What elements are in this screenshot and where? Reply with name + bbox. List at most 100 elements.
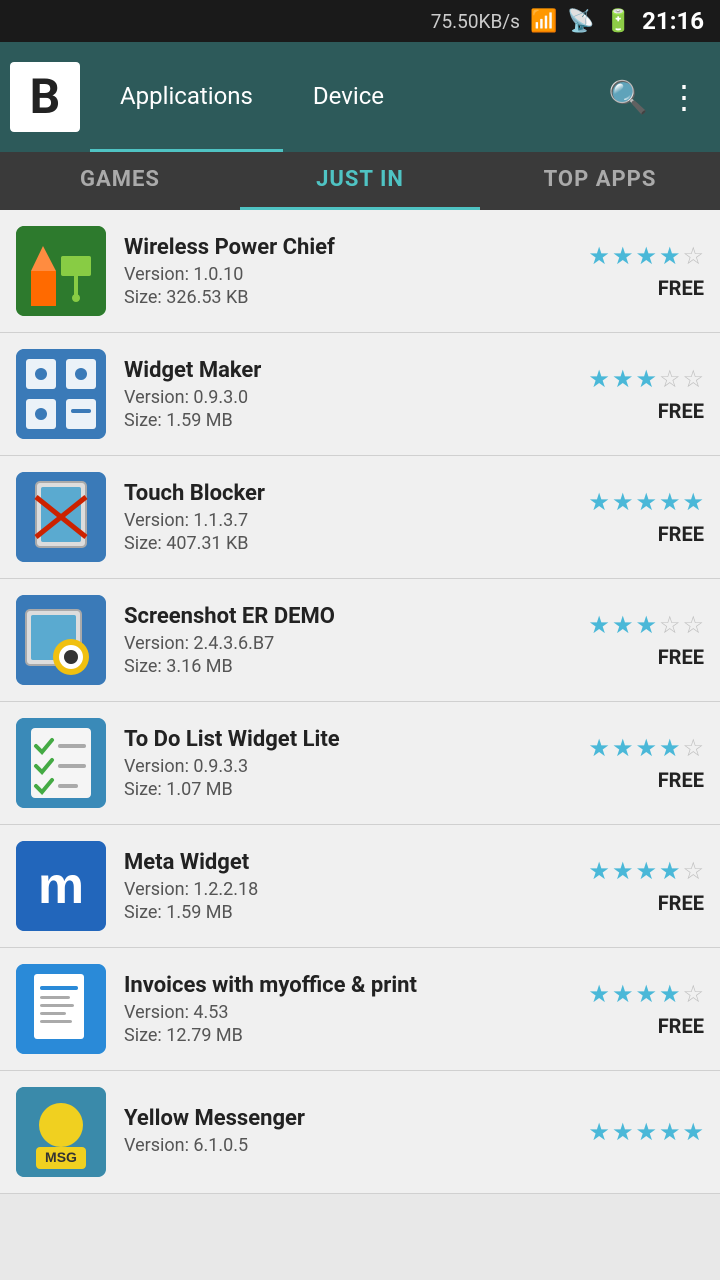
header-nav: Applications Device xyxy=(90,42,608,152)
app-name: Invoices with myoffice & print xyxy=(124,973,574,998)
list-item[interactable]: Wireless Power Chief Version: 1.0.10 Siz… xyxy=(0,210,720,333)
category-tabs: GAMES JUST IN TOP APPS xyxy=(0,152,720,210)
app-price: FREE xyxy=(658,1014,704,1038)
star-1: ★ xyxy=(588,365,610,393)
star-rating: ★★★★☆ xyxy=(588,857,704,885)
clock: 21:16 xyxy=(642,7,704,35)
app-rating: ★★★★★ xyxy=(574,1118,704,1146)
app-version: Version: 2.4.3.6.B7 xyxy=(124,633,574,654)
list-item[interactable]: Widget Maker Version: 0.9.3.0 Size: 1.59… xyxy=(0,333,720,456)
app-price: FREE xyxy=(658,399,704,423)
app-price: FREE xyxy=(658,522,704,546)
app-rating: ★★★★☆ FREE xyxy=(574,242,704,300)
star-rating: ★★★★☆ xyxy=(588,242,704,270)
app-version: Version: 0.9.3.0 xyxy=(124,387,574,408)
list-item[interactable]: To Do List Widget Lite Version: 0.9.3.3 … xyxy=(0,702,720,825)
star-5: ☆ xyxy=(682,857,704,885)
star-3: ★ xyxy=(635,365,657,393)
app-info: Meta Widget Version: 1.2.2.18 Size: 1.59… xyxy=(124,850,574,923)
star-rating: ★★★★★ xyxy=(588,488,704,516)
star-5: ☆ xyxy=(682,611,704,639)
status-bar: 75.50KB/s 📶 📡 🔋 21:16 xyxy=(0,0,720,42)
nav-device[interactable]: Device xyxy=(283,42,414,152)
star-1: ★ xyxy=(588,734,610,762)
star-1: ★ xyxy=(588,857,610,885)
list-item[interactable]: Touch Blocker Version: 1.1.3.7 Size: 407… xyxy=(0,456,720,579)
star-1: ★ xyxy=(588,980,610,1008)
app-size: Size: 1.59 MB xyxy=(124,410,574,431)
header-actions: 🔍 ⋮ xyxy=(608,78,710,116)
tab-games[interactable]: GAMES xyxy=(0,152,240,210)
star-3: ★ xyxy=(635,980,657,1008)
app-price: FREE xyxy=(658,768,704,792)
wifi-icon: 📶 xyxy=(530,9,557,34)
tab-just-in[interactable]: JUST IN xyxy=(240,152,480,210)
list-item[interactable]: MSG Yellow Messenger Version: 6.1.0.5 ★★… xyxy=(0,1071,720,1194)
app-version: Version: 1.0.10 xyxy=(124,264,574,285)
star-2: ★ xyxy=(612,734,634,762)
svg-text:m: m xyxy=(38,857,84,915)
star-rating: ★★★★☆ xyxy=(588,734,704,762)
app-version: Version: 4.53 xyxy=(124,1002,574,1023)
app-rating: ★★★☆☆ FREE xyxy=(574,611,704,669)
search-icon[interactable]: 🔍 xyxy=(608,78,648,116)
app-info: Screenshot ER DEMO Version: 2.4.3.6.B7 S… xyxy=(124,604,574,677)
app-rating: ★★★★☆ FREE xyxy=(574,734,704,792)
app-info: Invoices with myoffice & print Version: … xyxy=(124,973,574,1046)
star-4: ★ xyxy=(659,734,681,762)
app-info: Yellow Messenger Version: 6.1.0.5 xyxy=(124,1106,574,1158)
app-size: Size: 407.31 KB xyxy=(124,533,574,554)
star-2: ★ xyxy=(612,1118,634,1146)
list-item[interactable]: Invoices with myoffice & print Version: … xyxy=(0,948,720,1071)
app-name: Meta Widget xyxy=(124,850,574,875)
star-2: ★ xyxy=(612,611,634,639)
app-name: Wireless Power Chief xyxy=(124,235,574,260)
nav-applications[interactable]: Applications xyxy=(90,42,283,152)
star-rating: ★★★☆☆ xyxy=(588,365,704,393)
app-info: Widget Maker Version: 0.9.3.0 Size: 1.59… xyxy=(124,358,574,431)
list-item[interactable]: Screenshot ER DEMO Version: 2.4.3.6.B7 S… xyxy=(0,579,720,702)
app-info: Touch Blocker Version: 1.1.3.7 Size: 407… xyxy=(124,481,574,554)
app-version: Version: 6.1.0.5 xyxy=(124,1135,574,1156)
star-5: ★ xyxy=(682,488,704,516)
app-logo: B xyxy=(10,62,80,132)
app-list: Wireless Power Chief Version: 1.0.10 Siz… xyxy=(0,210,720,1194)
star-1: ★ xyxy=(588,611,610,639)
app-info: Wireless Power Chief Version: 1.0.10 Siz… xyxy=(124,235,574,308)
battery-icon: 🔋 xyxy=(605,9,632,34)
app-name: To Do List Widget Lite xyxy=(124,727,574,752)
app-version: Version: 0.9.3.3 xyxy=(124,756,574,777)
star-3: ★ xyxy=(635,242,657,270)
star-5: ★ xyxy=(682,1118,704,1146)
app-name: Touch Blocker xyxy=(124,481,574,506)
app-rating: ★★★★★ FREE xyxy=(574,488,704,546)
app-icon xyxy=(16,472,106,562)
signal-icon: 📡 xyxy=(567,9,594,34)
star-5: ☆ xyxy=(682,980,704,1008)
svg-text:MSG: MSG xyxy=(45,1149,77,1165)
star-rating: ★★★☆☆ xyxy=(588,611,704,639)
star-3: ★ xyxy=(635,488,657,516)
star-2: ★ xyxy=(612,242,634,270)
star-2: ★ xyxy=(612,857,634,885)
star-3: ★ xyxy=(635,734,657,762)
app-price: FREE xyxy=(658,645,704,669)
star-1: ★ xyxy=(588,1118,610,1146)
network-speed: 75.50KB/s xyxy=(431,10,520,33)
app-price: FREE xyxy=(658,276,704,300)
tab-top-apps[interactable]: TOP APPS xyxy=(480,152,720,210)
app-size: Size: 326.53 KB xyxy=(124,287,574,308)
star-4: ☆ xyxy=(659,365,681,393)
star-1: ★ xyxy=(588,488,610,516)
app-name: Widget Maker xyxy=(124,358,574,383)
menu-icon[interactable]: ⋮ xyxy=(668,78,700,116)
app-version: Version: 1.1.3.7 xyxy=(124,510,574,531)
app-size: Size: 3.16 MB xyxy=(124,656,574,677)
app-icon xyxy=(16,226,106,316)
app-size: Size: 1.59 MB xyxy=(124,902,574,923)
star-4: ★ xyxy=(659,857,681,885)
app-rating: ★★★★☆ FREE xyxy=(574,980,704,1038)
list-item[interactable]: m Meta Widget Version: 1.2.2.18 Size: 1.… xyxy=(0,825,720,948)
star-rating: ★★★★☆ xyxy=(588,980,704,1008)
star-3: ★ xyxy=(635,611,657,639)
